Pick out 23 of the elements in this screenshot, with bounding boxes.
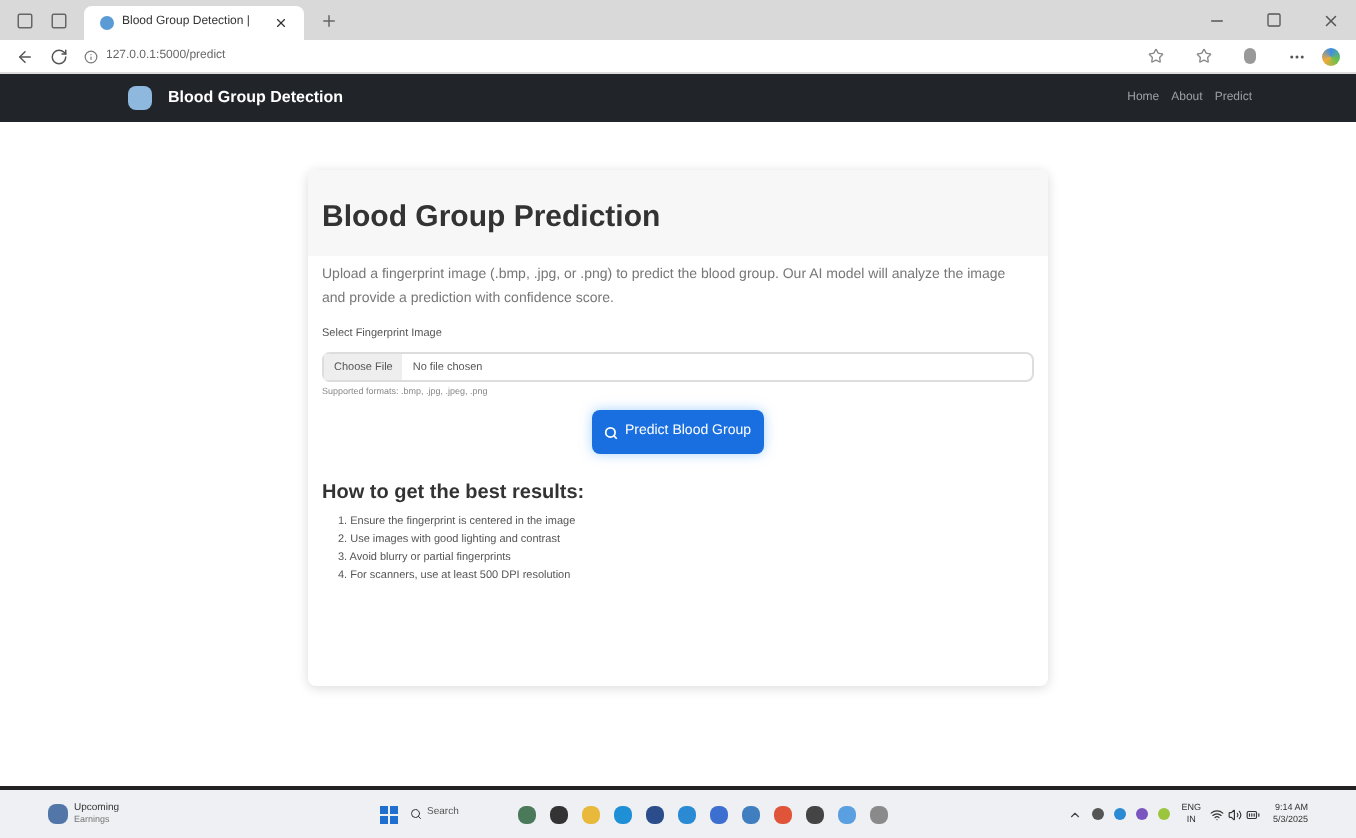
close-icon[interactable] bbox=[274, 16, 288, 30]
reload-icon[interactable] bbox=[50, 47, 68, 65]
back-icon[interactable] bbox=[16, 47, 34, 65]
volume-icon[interactable] bbox=[1228, 807, 1243, 821]
workspaces-icon[interactable] bbox=[16, 11, 34, 29]
logo-icon bbox=[128, 86, 152, 110]
tips-heading: How to get the best results: bbox=[322, 480, 587, 508]
info-icon bbox=[84, 49, 98, 63]
battery-icon[interactable] bbox=[1246, 807, 1261, 821]
favicon-icon bbox=[100, 16, 114, 30]
search-icon bbox=[604, 425, 619, 439]
start-icon[interactable] bbox=[379, 805, 398, 823]
tab-actions-icon[interactable] bbox=[50, 11, 68, 29]
brand-link[interactable]: Blood Group Detection bbox=[168, 86, 344, 110]
search-icon bbox=[409, 808, 422, 820]
card-title: Blood Group Prediction bbox=[322, 200, 661, 234]
new-tab-icon[interactable] bbox=[320, 11, 338, 29]
wifi-icon[interactable] bbox=[1210, 807, 1225, 821]
favorites-icon[interactable] bbox=[1196, 48, 1212, 64]
close-icon[interactable] bbox=[1322, 11, 1340, 29]
chevron-icon[interactable] bbox=[1067, 807, 1082, 821]
maximize-icon[interactable] bbox=[1266, 12, 1282, 28]
favorite-icon[interactable] bbox=[1148, 48, 1164, 64]
